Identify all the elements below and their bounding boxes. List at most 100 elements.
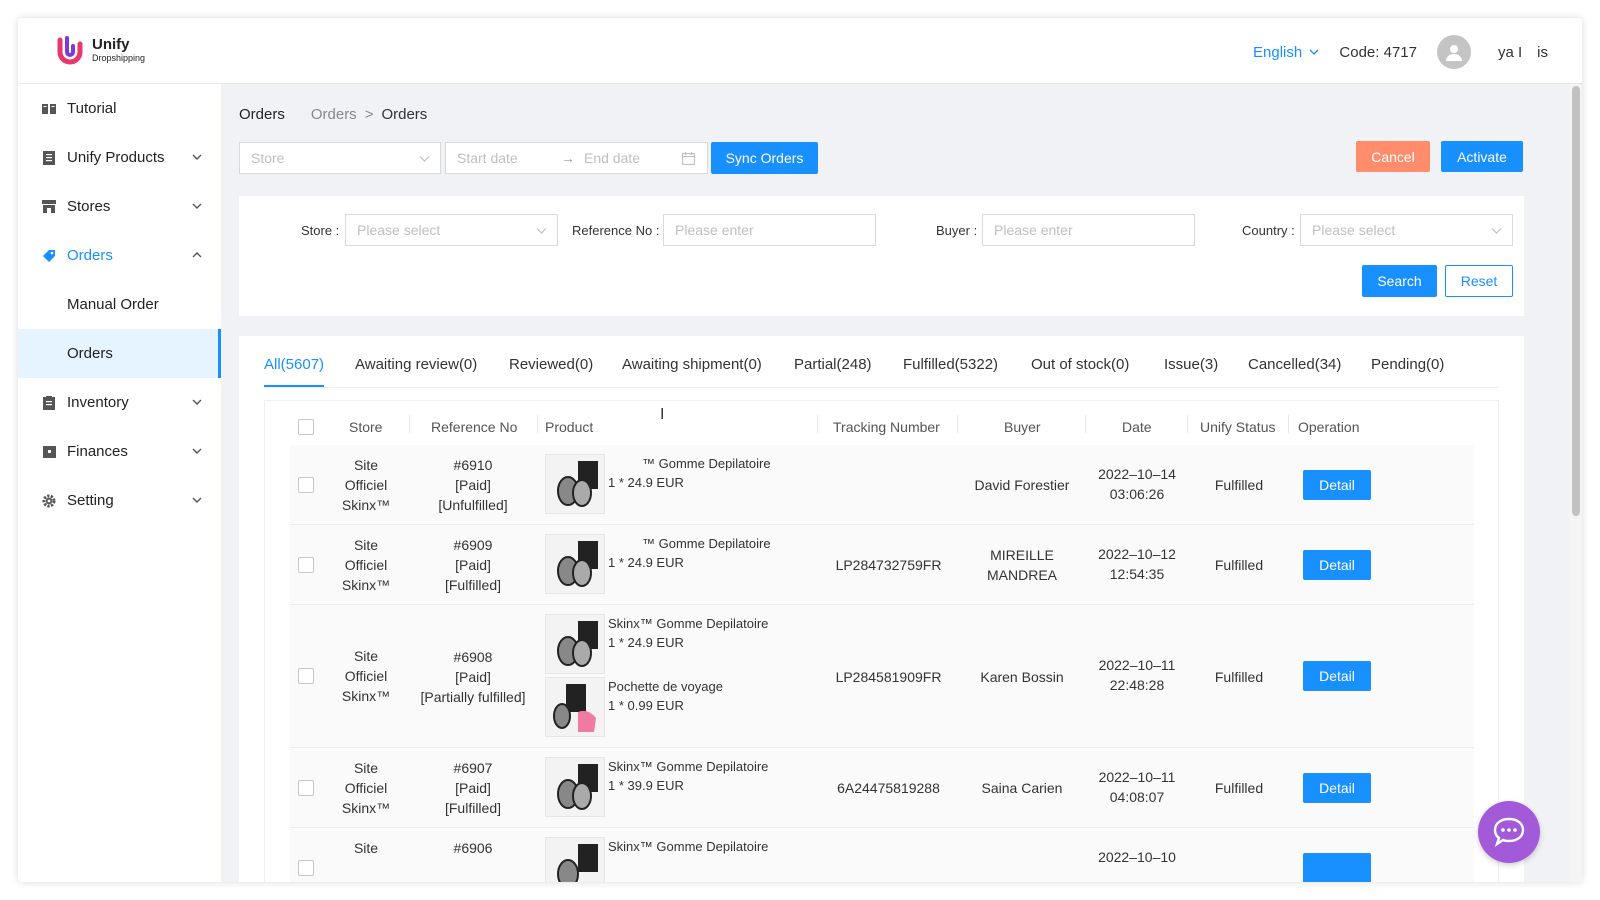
sidebar-item-label: Tutorial bbox=[67, 100, 117, 117]
buyer-name: David Forestier bbox=[974, 477, 1070, 493]
product-thumbnail[interactable] bbox=[545, 837, 605, 882]
tag-icon bbox=[42, 249, 56, 263]
store-line: Skinx™ bbox=[341, 577, 391, 593]
tracking-cell[interactable]: LP284581909FR bbox=[820, 667, 957, 687]
product-thumbnail[interactable] bbox=[545, 534, 605, 594]
detail-button[interactable]: Detail bbox=[1303, 550, 1371, 580]
date-cell: 2022–10–11 04:08:07 bbox=[1087, 767, 1187, 807]
chat-support-button[interactable] bbox=[1478, 801, 1540, 863]
product-name[interactable]: Skinx™ Gomme Depilatoire bbox=[608, 837, 768, 856]
avatar[interactable] bbox=[1436, 35, 1471, 69]
product-name[interactable]: Pochette de voyage bbox=[608, 677, 723, 696]
list-icon bbox=[42, 150, 56, 165]
reference-filter-input[interactable]: Please enter bbox=[663, 214, 876, 246]
tracking-cell[interactable]: 6A24475819288 bbox=[820, 778, 957, 798]
table-row[interactable]: Site Officiel Skinx™ #6909 [Paid] [Fulfi… bbox=[290, 525, 1474, 605]
reset-button[interactable]: Reset bbox=[1445, 265, 1513, 297]
chat-bubble-icon bbox=[1493, 817, 1525, 847]
logo[interactable]: Unify Dropshipping bbox=[54, 34, 145, 66]
sidebar-item-inventory[interactable]: Inventory bbox=[18, 378, 221, 427]
product-image-icon bbox=[557, 621, 598, 667]
sidebar-item-orders[interactable]: Orders bbox=[18, 231, 221, 280]
row-checkbox[interactable] bbox=[298, 668, 314, 684]
sidebar-subitem-orders[interactable]: Orders bbox=[18, 329, 221, 378]
date-range-picker[interactable]: Start date → End date bbox=[445, 142, 708, 174]
tab-cancelled[interactable]: Cancelled(34) bbox=[1248, 356, 1341, 373]
sidebar-item-finances[interactable]: Finances bbox=[18, 427, 221, 476]
sidebar-item-label: Inventory bbox=[67, 394, 129, 411]
tab-awaiting-review[interactable]: Awaiting review(0) bbox=[355, 356, 477, 373]
row-checkbox[interactable] bbox=[298, 780, 314, 796]
chevron-down-icon bbox=[1491, 228, 1502, 234]
detail-button[interactable]: Detail bbox=[1303, 470, 1371, 500]
detail-button[interactable] bbox=[1303, 853, 1371, 882]
table-row[interactable]: Site Officiel Skinx™ #6908 [Paid] [Parti… bbox=[290, 605, 1474, 748]
store-select-placeholder: Store bbox=[251, 150, 285, 166]
tab-issue[interactable]: Issue(3) bbox=[1164, 356, 1218, 373]
sidebar-item-setting[interactable]: Setting bbox=[18, 476, 221, 525]
tab-pending[interactable]: Pending(0) bbox=[1371, 356, 1444, 373]
tab-awaiting-shipment[interactable]: Awaiting shipment(0) bbox=[622, 356, 762, 373]
store-select[interactable]: Store bbox=[239, 142, 441, 174]
tab-fulfilled[interactable]: Fulfilled(5322) bbox=[903, 356, 998, 373]
tab-partial[interactable]: Partial(248) bbox=[794, 356, 872, 373]
tracking-cell[interactable]: LP284732759FR bbox=[820, 555, 957, 575]
product-thumbnail[interactable] bbox=[545, 757, 605, 817]
product-name[interactable]: Skinx™ Gomme Depilatoire bbox=[608, 614, 768, 633]
tab-all[interactable]: All(5607) bbox=[264, 356, 324, 373]
sidebar-item-unify-products[interactable]: Unify Products bbox=[18, 133, 221, 182]
product-thumbnail[interactable] bbox=[545, 454, 605, 514]
row-checkbox[interactable] bbox=[298, 860, 314, 876]
column-divider bbox=[957, 415, 958, 433]
product-thumbnail[interactable] bbox=[545, 614, 605, 674]
store-filter-select[interactable]: Please select bbox=[345, 214, 558, 246]
order-date: 2022–10–12 bbox=[1098, 546, 1176, 562]
reference-cell: #6909 [Paid] [Fulfilled] bbox=[408, 535, 538, 595]
sidebar-item-tutorial[interactable]: Tutorial bbox=[18, 84, 221, 133]
row-checkbox[interactable] bbox=[298, 477, 314, 493]
column-header-status: Unify Status bbox=[1200, 419, 1276, 435]
store-line: Officiel bbox=[344, 477, 388, 493]
tab-out-of-stock[interactable]: Out of stock(0) bbox=[1031, 356, 1129, 373]
column-header-buyer: Buyer bbox=[1004, 419, 1041, 435]
country-filter-placeholder: Please select bbox=[1312, 222, 1396, 238]
activate-button[interactable]: Activate bbox=[1441, 141, 1523, 172]
product-name[interactable]: Skinx™ Gomme Depilatoire bbox=[608, 757, 768, 776]
table-row[interactable]: Site #6906 Skinx™ Gomme Depilatoire 2022… bbox=[290, 828, 1474, 882]
column-divider bbox=[817, 415, 818, 433]
end-date-input[interactable]: End date bbox=[584, 150, 682, 166]
payment-status: [Paid] bbox=[455, 557, 491, 573]
username[interactable]: ya I is bbox=[1483, 44, 1548, 61]
start-date-input[interactable]: Start date bbox=[457, 150, 561, 166]
language-switcher[interactable]: English bbox=[1253, 44, 1319, 61]
table-row[interactable]: Site Officiel Skinx™ #6907 [Paid] [Fulfi… bbox=[290, 748, 1474, 828]
country-filter-select[interactable]: Please select bbox=[1300, 214, 1513, 246]
orders-table: Store Reference No Product Tracking Numb… bbox=[264, 400, 1499, 882]
sidebar-subitem-manual-order[interactable]: Manual Order bbox=[18, 280, 221, 329]
scrollbar-thumb[interactable] bbox=[1572, 86, 1580, 516]
product-name[interactable]: ™ Gomme Depilatoire bbox=[608, 454, 771, 473]
language-label: English bbox=[1253, 43, 1303, 61]
sync-orders-button[interactable]: Sync Orders bbox=[711, 142, 818, 174]
detail-button[interactable]: Detail bbox=[1303, 661, 1371, 691]
store-line: Site bbox=[353, 648, 379, 664]
product-info: Skinx™ Gomme Depilatoire 1 * 39.9 EUR bbox=[608, 757, 768, 795]
buyer-filter-input[interactable]: Please enter bbox=[982, 214, 1195, 246]
cancel-button[interactable]: Cancel bbox=[1356, 141, 1430, 172]
breadcrumb-link-orders[interactable]: Orders bbox=[311, 106, 357, 123]
sidebar-item-stores[interactable]: Stores bbox=[18, 182, 221, 231]
reference-cell: #6906 bbox=[408, 838, 538, 858]
product-image-icon bbox=[557, 541, 598, 587]
row-checkbox[interactable] bbox=[298, 557, 314, 573]
buyer-name: MANDREA bbox=[986, 567, 1057, 583]
product-thumbnail[interactable] bbox=[545, 677, 605, 737]
detail-button[interactable]: Detail bbox=[1303, 773, 1371, 803]
select-all-checkbox[interactable] bbox=[298, 419, 314, 435]
tab-reviewed[interactable]: Reviewed(0) bbox=[509, 356, 593, 373]
breadcrumb: Orders Orders > Orders bbox=[239, 106, 427, 123]
table-row[interactable]: Site Officiel Skinx™ #6910 [Paid] [Unful… bbox=[290, 445, 1474, 525]
sidebar-subitem-label: Manual Order bbox=[67, 296, 159, 313]
search-button[interactable]: Search bbox=[1362, 265, 1437, 297]
product-name[interactable]: ™ Gomme Depilatoire bbox=[608, 534, 771, 553]
store-line: Site bbox=[353, 537, 379, 553]
